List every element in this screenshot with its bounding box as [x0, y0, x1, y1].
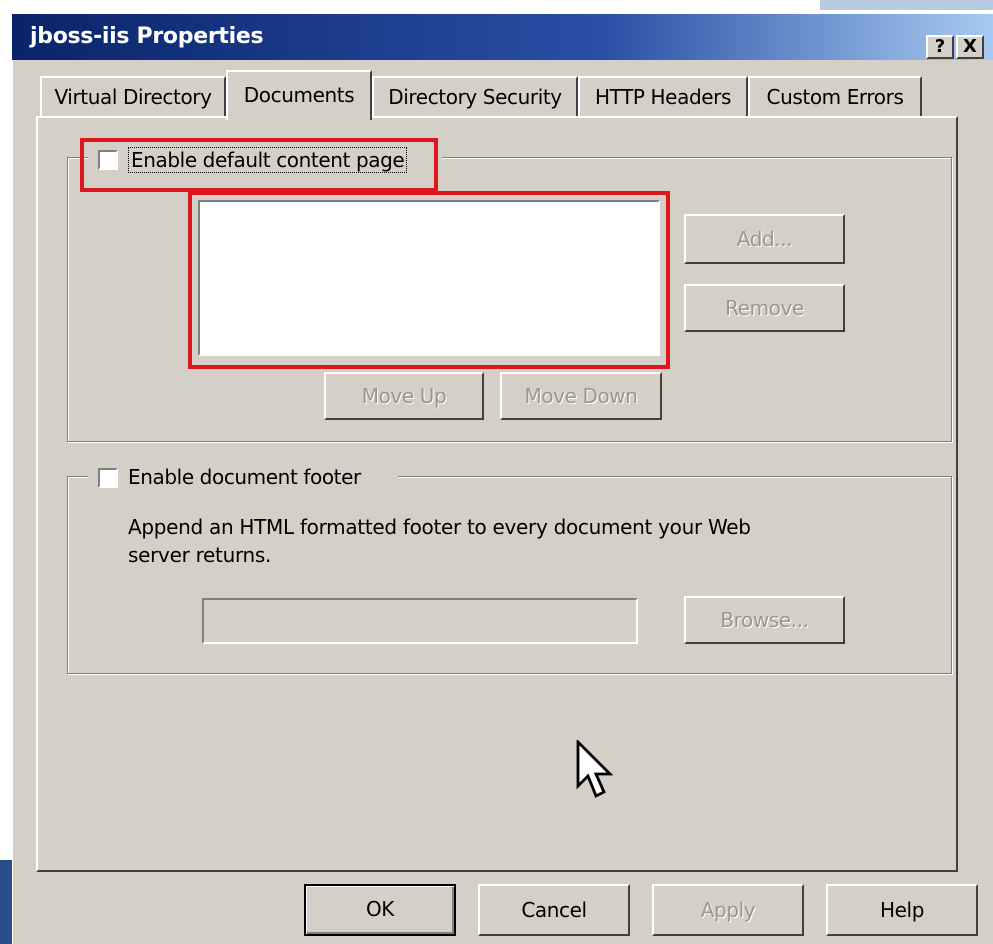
window-title: jboss-iis Properties [30, 24, 264, 49]
background-taskbar-edge [0, 860, 12, 944]
title-bar: jboss-iis Properties ? X [12, 14, 993, 60]
tab-http-headers[interactable]: HTTP Headers [578, 76, 748, 116]
move-down-button-label: Move Down [524, 384, 638, 408]
ok-button[interactable]: OK [304, 884, 456, 936]
help-footer-button-label: Help [880, 898, 924, 922]
background-window-strip [820, 0, 993, 10]
checkbox-highlight-box [80, 138, 438, 192]
ok-button-label: OK [365, 897, 395, 921]
enable-document-footer-label[interactable]: Enable document footer [128, 465, 361, 489]
help-footer-button[interactable]: Help [826, 884, 978, 936]
apply-button-label: Apply [700, 898, 756, 922]
document-footer-description: Append an HTML formatted footer to every… [128, 515, 751, 567]
tab-custom-errors[interactable]: Custom Errors [748, 76, 922, 116]
tab-virtual-directory[interactable]: Virtual Directory [40, 76, 226, 116]
enable-document-footer-checkbox[interactable] [98, 468, 118, 488]
background-window-edge [0, 0, 12, 944]
remove-button[interactable]: Remove [684, 284, 845, 332]
cancel-button-label: Cancel [521, 898, 587, 922]
arrow-cursor-icon [576, 740, 614, 798]
apply-button[interactable]: Apply [652, 884, 804, 936]
add-button[interactable]: Add... [684, 214, 845, 264]
close-button[interactable]: X [956, 35, 984, 59]
list-highlight-box [188, 191, 670, 369]
help-button[interactable]: ? [926, 35, 954, 59]
add-button-label: Add... [736, 227, 793, 251]
document-footer-legend: Enable document footer [88, 462, 398, 494]
browse-button[interactable]: Browse... [684, 596, 845, 644]
move-up-button[interactable]: Move Up [324, 372, 484, 420]
tab-directory-security[interactable]: Directory Security [372, 76, 578, 116]
browse-button-label: Browse... [720, 608, 809, 632]
move-down-button[interactable]: Move Down [500, 372, 662, 420]
document-footer-group [67, 476, 952, 674]
cancel-button[interactable]: Cancel [478, 884, 630, 936]
tab-documents[interactable]: Documents [226, 70, 372, 120]
footer-file-path-field[interactable] [202, 598, 638, 644]
move-up-button-label: Move Up [361, 384, 447, 408]
remove-button-label: Remove [725, 296, 804, 320]
